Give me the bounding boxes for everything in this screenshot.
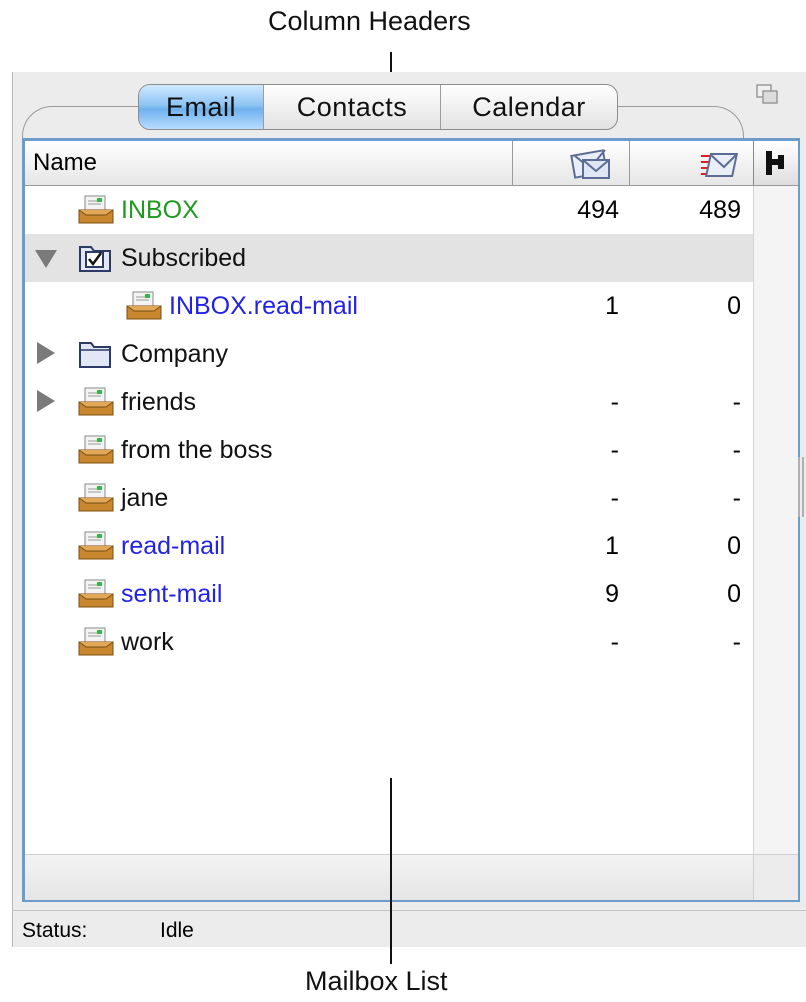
mail-window: Email Contacts Calendar Name INBOX 494 4… xyxy=(12,72,806,947)
mailbox-tray-icon xyxy=(78,627,114,656)
new-count: - xyxy=(732,628,741,656)
mailbox-tray-icon xyxy=(78,387,114,416)
new-count: 0 xyxy=(727,292,741,320)
mailbox-list: INBOX 494 489 Subscribed INBOX.read-mail… xyxy=(25,186,753,666)
new-mail-icon xyxy=(701,153,739,177)
mailbox-row-sent-mail[interactable]: sent-mail 9 0 xyxy=(25,570,753,618)
new-count: - xyxy=(732,436,741,464)
unread-count: 494 xyxy=(577,196,619,224)
mailbox-row-from-the-boss[interactable]: from the boss - - xyxy=(25,426,753,474)
new-count: - xyxy=(732,484,741,512)
mailbox-row-jane[interactable]: jane - - xyxy=(25,474,753,522)
mailbox-row-read-mail[interactable]: read-mail 1 0 xyxy=(25,522,753,570)
disclosure-expanded-icon[interactable] xyxy=(35,250,57,268)
mailbox-label: from the boss xyxy=(121,436,273,464)
tab-calendar[interactable]: Calendar xyxy=(441,85,617,129)
horizontal-scrollbar[interactable] xyxy=(25,854,753,900)
envelope-icon xyxy=(570,149,610,179)
tab-contacts[interactable]: Contacts xyxy=(264,85,441,129)
tab-email[interactable]: Email xyxy=(139,85,264,129)
mailbox-tray-icon xyxy=(78,579,114,608)
mailbox-label: work xyxy=(121,628,174,656)
mailbox-label: jane xyxy=(121,484,169,512)
mailbox-row-company[interactable]: Company xyxy=(25,330,753,378)
mailbox-list-callout: Mailbox List xyxy=(305,966,448,996)
toolbar-toggle-icon[interactable] xyxy=(754,82,782,110)
unread-count: 1 xyxy=(605,532,619,560)
mailbox-tray-icon xyxy=(78,483,114,512)
unread-count: 9 xyxy=(605,580,619,608)
hierarchy-icon xyxy=(766,151,784,175)
checked-folder-icon xyxy=(79,246,111,272)
folder-icon xyxy=(79,342,111,368)
mailbox-row-inbox[interactable]: INBOX 494 489 xyxy=(25,186,753,234)
column-header-name[interactable]: Name xyxy=(25,141,513,185)
mailbox-tray-icon xyxy=(78,531,114,560)
mailbox-label: INBOX xyxy=(121,196,199,224)
mailbox-label: sent-mail xyxy=(121,580,223,608)
status-label: Status: xyxy=(22,919,88,942)
mailbox-tray-icon xyxy=(126,291,162,320)
mailbox-tray-icon xyxy=(78,435,114,464)
mailbox-list-callout-line xyxy=(390,778,392,964)
column-headers-callout: Column Headers xyxy=(268,6,471,36)
mailbox-panel: Name INBOX 494 489 Subscribed INBOX.read… xyxy=(22,138,800,902)
unread-count: - xyxy=(610,484,619,512)
column-header-unread[interactable] xyxy=(513,141,630,185)
new-count: 0 xyxy=(727,580,741,608)
column-header-bar: Name xyxy=(25,141,753,186)
window-edge xyxy=(12,72,13,947)
disclosure-collapsed-icon[interactable] xyxy=(37,342,55,364)
new-count: 0 xyxy=(727,532,741,560)
scroll-corner xyxy=(753,854,798,900)
mailbox-row-friends[interactable]: friends - - xyxy=(25,378,753,426)
new-count: - xyxy=(732,388,741,416)
unread-count: - xyxy=(610,628,619,656)
vertical-scrollbar[interactable] xyxy=(753,186,798,854)
panel-resize-handle[interactable] xyxy=(798,457,804,517)
mailbox-row-inbox-read-mail[interactable]: INBOX.read-mail 1 0 xyxy=(25,282,753,330)
column-header-new[interactable] xyxy=(629,141,753,185)
hierarchy-toggle-button[interactable] xyxy=(753,141,798,186)
mailbox-row-subscribed[interactable]: Subscribed xyxy=(25,234,753,282)
mailbox-label: INBOX.read-mail xyxy=(169,292,358,320)
unread-count: 1 xyxy=(605,292,619,320)
status-bar: Status: Idle xyxy=(12,910,806,948)
mailbox-label: friends xyxy=(121,388,197,416)
disclosure-collapsed-icon[interactable] xyxy=(37,390,55,412)
unread-count: - xyxy=(610,436,619,464)
mailbox-row-work[interactable]: work - - xyxy=(25,618,753,666)
new-count: 489 xyxy=(699,196,741,224)
mailbox-label: Subscribed xyxy=(121,244,247,272)
mailbox-label: Company xyxy=(121,340,228,368)
unread-count: - xyxy=(610,388,619,416)
mailbox-tray-icon xyxy=(78,195,114,224)
status-value: Idle xyxy=(160,919,194,942)
tab-bar: Email Contacts Calendar xyxy=(138,84,618,130)
mailbox-label: read-mail xyxy=(121,532,226,560)
